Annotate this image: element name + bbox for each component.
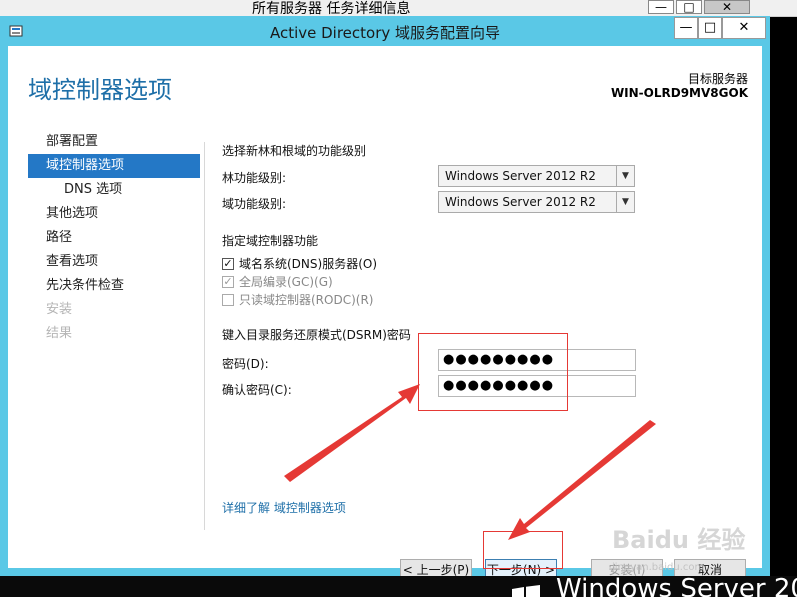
gc-checkbox-row: ✓ 全局编录(GC)(G)	[222, 273, 333, 291]
forest-level-select[interactable]: Windows Server 2012 R2 ▼	[438, 165, 635, 187]
nav-item-dc-options[interactable]: 域控制器选项	[28, 154, 200, 178]
forest-level-label: 林功能级别:	[222, 171, 287, 185]
dialog-title: Active Directory 域服务配置向导	[269, 24, 501, 42]
rodc-checkbox-row[interactable]: 只读域控制器(RODC)(R)	[222, 291, 373, 309]
next-button-highlight-box	[483, 531, 563, 569]
dns-checkbox-row[interactable]: ✓ 域名系统(DNS)服务器(O)	[222, 255, 377, 273]
dialog-titlebar[interactable]: Active Directory 域服务配置向导 — □ ✕	[0, 16, 770, 46]
learn-more-link[interactable]: 详细了解 域控制器选项	[222, 499, 346, 516]
target-server-label: 目标服务器	[687, 72, 748, 86]
checkbox-checked-icon: ✓	[222, 274, 234, 288]
background-close-button[interactable]: ✕	[704, 0, 750, 14]
screen: 所有服务器 任务详细信息 — □ ✕ Active Directory 域服务配…	[0, 0, 797, 597]
nav-divider	[204, 142, 205, 530]
capabilities-heading: 指定域控制器功能	[222, 234, 319, 248]
domain-level-value: Windows Server 2012 R2	[445, 195, 596, 209]
windows-logo-icon	[512, 585, 540, 597]
background-minimize-button[interactable]: —	[648, 0, 674, 14]
nav-item-additional-options[interactable]: 其他选项	[28, 202, 200, 226]
dns-checkbox-label: 域名系统(DNS)服务器(O)	[239, 257, 378, 271]
nav-item-dns-options[interactable]: DNS 选项	[28, 178, 200, 202]
maximize-button[interactable]: □	[698, 17, 722, 39]
minimize-button[interactable]: —	[674, 17, 698, 39]
domain-level-select[interactable]: Windows Server 2012 R2 ▼	[438, 191, 635, 213]
functional-level-heading: 选择新林和根域的功能级别	[222, 144, 367, 158]
nav-item-prerequisites[interactable]: 先决条件检查	[28, 274, 200, 298]
domain-level-label: 域功能级别:	[222, 197, 287, 211]
nav-item-results: 结果	[46, 326, 73, 341]
checkbox-checked-icon[interactable]: ✓	[222, 257, 234, 270]
wizard-dialog: Active Directory 域服务配置向导 — □ ✕ 域控制器选项 目标…	[0, 16, 770, 581]
confirm-password-label: 确认密码(C):	[222, 383, 292, 397]
target-server-name: WIN-OLRD9MV8GOK	[610, 86, 748, 100]
baidu-watermark: Baidu 经验	[612, 526, 746, 554]
background-window-titlebar: 所有服务器 任务详细信息 — □ ✕	[0, 0, 797, 17]
nav-item-deployment[interactable]: 部署配置	[28, 130, 200, 154]
background-maximize-button[interactable]: □	[676, 0, 702, 14]
password-highlight-box	[418, 333, 568, 411]
dropdown-arrow-icon: ▼	[616, 166, 634, 186]
dialog-client-area: 域控制器选项 目标服务器 WIN-OLRD9MV8GOK 部署配置 域控制器选项…	[8, 46, 762, 581]
gc-checkbox-label: 全局编录(GC)(G)	[239, 275, 333, 289]
dsrm-heading: 键入目录服务还原模式(DSRM)密码	[222, 328, 411, 342]
nav-item-install: 安装	[46, 302, 73, 317]
baidu-watermark-url: jingyan.baidu.com	[612, 562, 705, 573]
nav-item-paths[interactable]: 路径	[28, 226, 200, 250]
password-label: 密码(D):	[222, 357, 269, 371]
close-button[interactable]: ✕	[722, 17, 766, 39]
wizard-nav: 部署配置 域控制器选项 DNS 选项 其他选项 路径 查看选项 先决条件检查 安…	[28, 130, 200, 346]
windows-server-branding: Windows Server 20	[556, 574, 797, 597]
dropdown-arrow-icon: ▼	[616, 192, 634, 212]
forest-level-value: Windows Server 2012 R2	[445, 169, 596, 183]
checkbox-unchecked-icon[interactable]	[222, 293, 234, 306]
rodc-checkbox-label: 只读域控制器(RODC)(R)	[239, 293, 374, 307]
page-title: 域控制器选项	[28, 76, 172, 104]
nav-item-review-options[interactable]: 查看选项	[28, 250, 200, 274]
